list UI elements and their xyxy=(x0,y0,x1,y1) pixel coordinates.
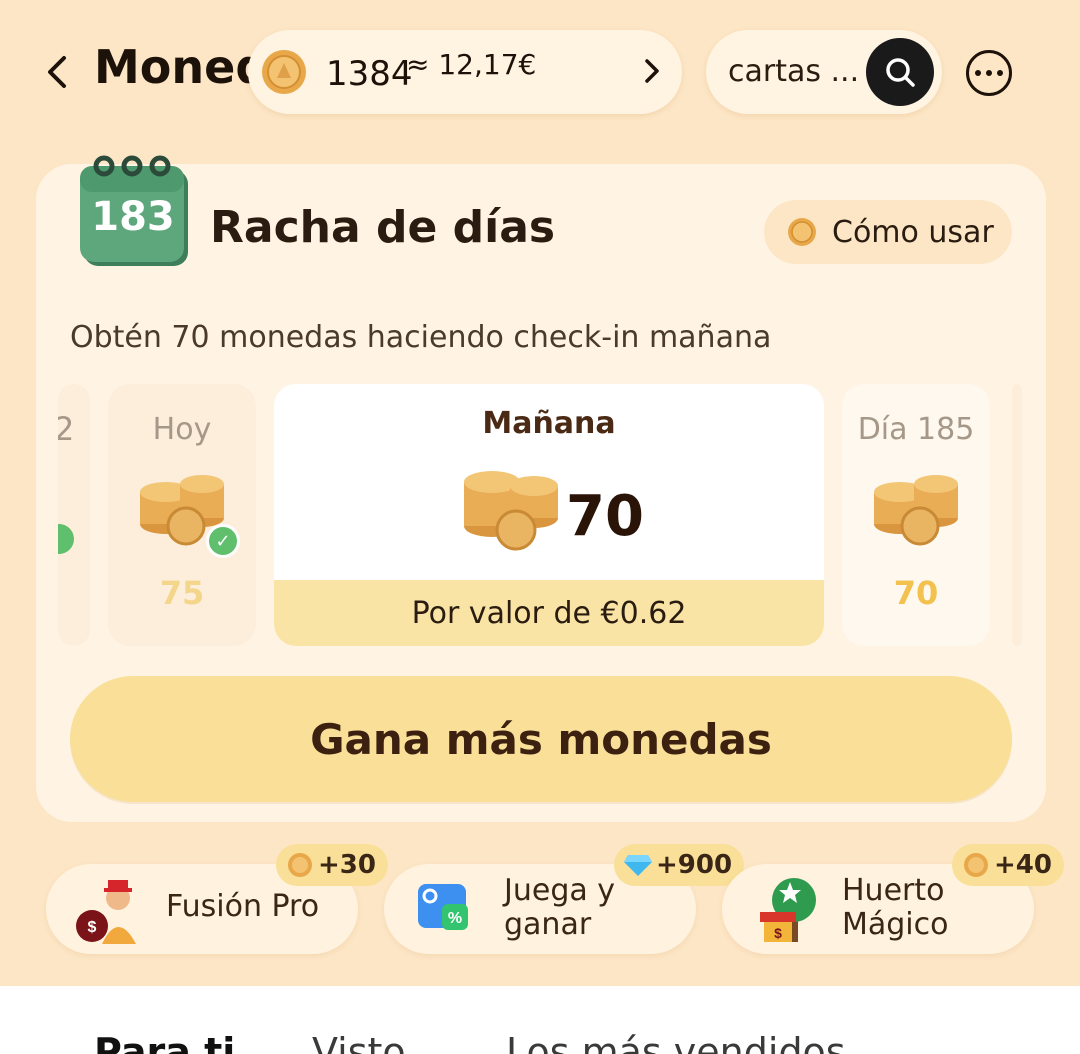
how-to-use-button[interactable]: Cómo usar xyxy=(764,200,1012,264)
tomorrow-worth: Por valor de €0.62 xyxy=(274,580,824,646)
svg-text:%: % xyxy=(448,910,462,927)
streak-subtitle: Obtén 70 monedas haciendo check-in mañan… xyxy=(70,320,772,355)
reward-amount: +30 xyxy=(318,850,376,880)
tab-visto[interactable]: Visto xyxy=(312,1030,406,1054)
coin-icon xyxy=(260,48,308,100)
day-amount: 70 xyxy=(566,484,644,549)
reward-badge: +30 xyxy=(276,844,388,886)
more-options-button[interactable] xyxy=(966,50,1012,96)
day-amount: 75 xyxy=(159,574,205,612)
coin-balance: 1384 xyxy=(326,54,413,94)
svg-text:$: $ xyxy=(88,919,97,936)
page-title: Monedas xyxy=(94,40,274,94)
day-label: 2 xyxy=(58,410,75,448)
category-tabs: Para ti Visto Los más vendidos xyxy=(0,986,1080,1054)
check-icon xyxy=(58,524,74,554)
chevron-left-icon xyxy=(48,56,66,88)
reward-amount: +900 xyxy=(656,850,733,880)
day-card-previous: 2 xyxy=(58,384,90,646)
search-bar[interactable]: cartas ... xyxy=(706,30,942,114)
coin-balance-pill[interactable]: 1384 ≈ 12,17€ xyxy=(248,30,682,114)
action-label: Huerto Mágico xyxy=(842,873,949,942)
calendar-icon: 183 xyxy=(80,152,196,276)
search-button[interactable] xyxy=(866,38,934,106)
coin-stack-icon xyxy=(460,456,564,560)
chevron-right-icon xyxy=(644,58,660,88)
streak-day-count: 183 xyxy=(91,194,175,240)
reward-badge: +900 xyxy=(614,844,745,886)
balance-euro-value: ≈ 12,17€ xyxy=(406,48,537,81)
coin-icon xyxy=(288,853,312,877)
day-card-next: Día 185 70 xyxy=(842,384,990,646)
more-dot-icon xyxy=(975,70,981,76)
reward-amount: +40 xyxy=(994,850,1052,880)
day-label: Hoy xyxy=(152,412,212,447)
check-icon: ✓ xyxy=(206,524,240,558)
coin-icon xyxy=(964,853,988,877)
day-card-following xyxy=(1012,384,1022,646)
streak-title: Racha de días xyxy=(210,202,556,253)
game-icon: % xyxy=(412,874,476,942)
day-label: Día 185 xyxy=(857,412,975,447)
day-card-today: Hoy ✓ 75 xyxy=(108,384,256,646)
action-label: Juega y ganar xyxy=(504,873,616,942)
reward-badge: +40 xyxy=(952,844,1064,886)
day-label: Mañana xyxy=(482,406,616,441)
earn-more-coins-button[interactable]: Gana más monedas xyxy=(70,676,1012,802)
coin-stack-icon xyxy=(870,462,962,556)
character-money-icon: $ xyxy=(74,874,154,948)
tab-para-ti[interactable]: Para ti xyxy=(94,1030,235,1054)
how-to-use-label: Cómo usar xyxy=(832,214,994,250)
day-amount: 70 xyxy=(893,574,939,612)
tab-los-mas-vendidos[interactable]: Los más vendidos xyxy=(506,1030,846,1054)
action-label: Fusión Pro xyxy=(166,889,320,924)
back-button[interactable] xyxy=(40,52,74,92)
svg-text:$: $ xyxy=(774,925,782,941)
tree-gift-icon: $ xyxy=(750,874,826,948)
diamond-icon xyxy=(624,855,652,876)
search-text: cartas ... xyxy=(728,54,860,89)
coin-icon xyxy=(788,218,816,246)
streak-card: 183 Racha de días Cómo usar Obtén 70 mon… xyxy=(36,155,1046,822)
day-card-tomorrow: Mañana 70 Por valor de €0.62 xyxy=(274,384,824,646)
search-icon xyxy=(886,58,915,87)
